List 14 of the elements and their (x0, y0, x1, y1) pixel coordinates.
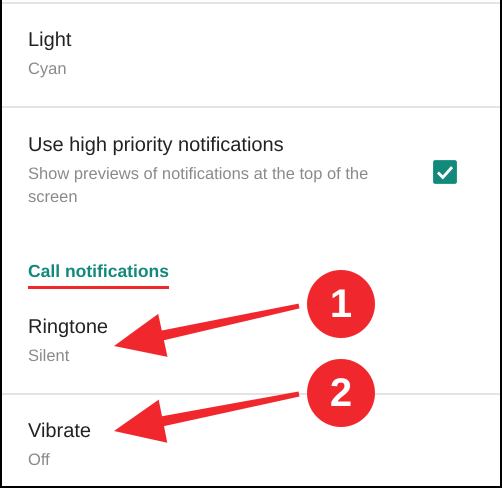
section-header: Call notifications (28, 261, 169, 289)
setting-summary: Show previews of notifications at the top of the screen (28, 164, 370, 208)
callout-number: 1 (307, 270, 375, 338)
checkbox[interactable] (432, 158, 458, 184)
setting-title: Use high priority notifications (28, 134, 285, 157)
setting-summary: Off (28, 450, 51, 471)
callout-number: 2 (307, 359, 375, 427)
setting-summary: Cyan (28, 59, 68, 80)
settings-item[interactable]: Light Cyan (2, 4, 500, 108)
setting-title: Ringtone (28, 316, 110, 339)
setting-title: Vibrate (28, 420, 92, 443)
setting-title: Light (28, 29, 72, 52)
settings-item[interactable]: Use high priority notifications Show previews of notifications at the top of the screen (2, 108, 500, 241)
setting-summary: Silent (28, 346, 70, 367)
